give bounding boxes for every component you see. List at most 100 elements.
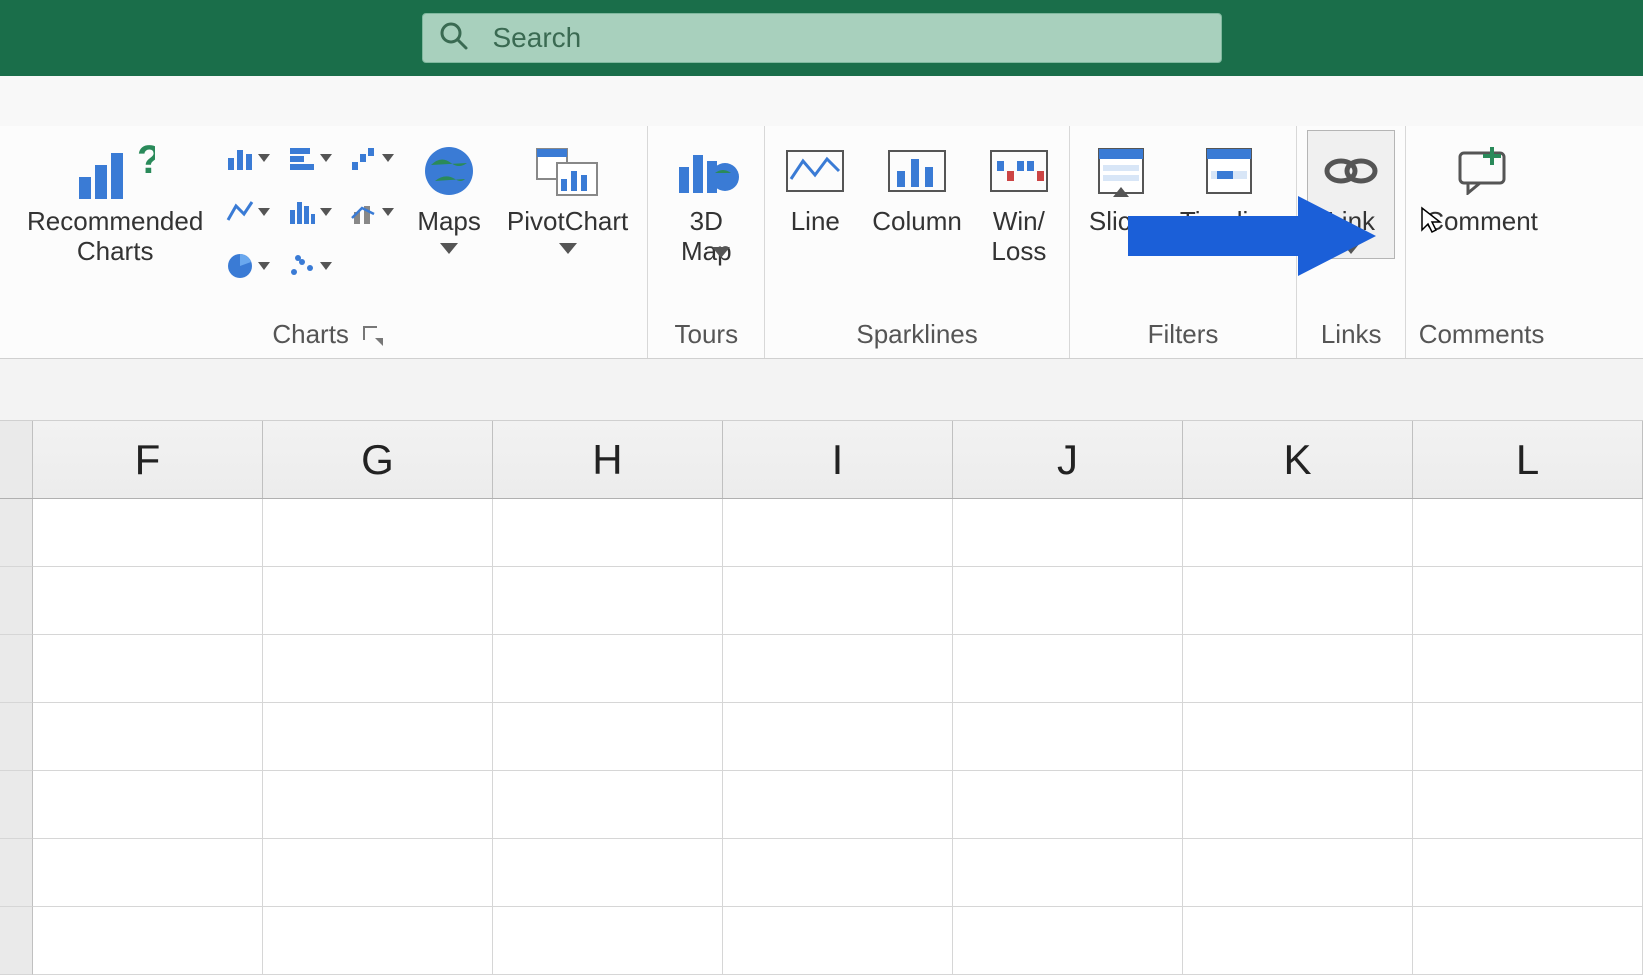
- cell[interactable]: [723, 907, 953, 975]
- row-header[interactable]: [0, 635, 33, 703]
- cell[interactable]: [33, 703, 263, 771]
- chevron-down-icon: [440, 243, 458, 254]
- cell[interactable]: [723, 499, 953, 567]
- cell[interactable]: [263, 839, 493, 907]
- pivotchart-label: PivotChart: [507, 207, 628, 237]
- cell[interactable]: [263, 567, 493, 635]
- scatter-chart-button[interactable]: [282, 240, 338, 292]
- histogram-chart-button[interactable]: [282, 186, 338, 238]
- row-header[interactable]: [0, 703, 33, 771]
- sparkline-winloss-button[interactable]: Win/ Loss: [979, 130, 1059, 272]
- cell[interactable]: [953, 839, 1183, 907]
- cell[interactable]: [723, 635, 953, 703]
- select-all-corner[interactable]: [0, 421, 33, 498]
- cell[interactable]: [263, 703, 493, 771]
- cell[interactable]: [953, 907, 1183, 975]
- cell[interactable]: [1413, 839, 1643, 907]
- cell[interactable]: [1183, 499, 1413, 567]
- spreadsheet-grid[interactable]: F G H I J K L: [0, 421, 1643, 975]
- cell[interactable]: [33, 907, 263, 975]
- link-button[interactable]: Link: [1307, 130, 1395, 259]
- cell[interactable]: [1413, 567, 1643, 635]
- cell[interactable]: [1183, 907, 1413, 975]
- timeline-button[interactable]: Timeline: [1171, 130, 1286, 242]
- column-chart-button[interactable]: [220, 132, 276, 184]
- cell[interactable]: [263, 499, 493, 567]
- chevron-down-icon: [559, 243, 577, 254]
- cell[interactable]: [723, 567, 953, 635]
- cell[interactable]: [953, 771, 1183, 839]
- cell[interactable]: [263, 907, 493, 975]
- cell[interactable]: [723, 839, 953, 907]
- cell[interactable]: [723, 771, 953, 839]
- cell[interactable]: [1183, 635, 1413, 703]
- cell[interactable]: [493, 839, 723, 907]
- waterfall-chart-button[interactable]: [344, 132, 400, 184]
- recommended-charts-button[interactable]: ? Recommended Charts: [18, 130, 212, 272]
- cell[interactable]: [1183, 567, 1413, 635]
- sparkline-line-button[interactable]: Line: [775, 130, 855, 242]
- column-header[interactable]: I: [723, 421, 953, 498]
- column-header[interactable]: K: [1183, 421, 1413, 498]
- cell[interactable]: [1413, 499, 1643, 567]
- cell[interactable]: [1183, 771, 1413, 839]
- row-header[interactable]: [0, 499, 33, 567]
- cell[interactable]: [33, 839, 263, 907]
- group-links: Link Links: [1297, 126, 1406, 358]
- column-header[interactable]: F: [33, 421, 263, 498]
- cell[interactable]: [493, 499, 723, 567]
- cell[interactable]: [493, 771, 723, 839]
- pivotchart-button[interactable]: PivotChart: [498, 130, 637, 259]
- cell[interactable]: [33, 771, 263, 839]
- group-label-tours: Tours: [674, 319, 738, 350]
- row-header[interactable]: [0, 771, 33, 839]
- cell[interactable]: [953, 567, 1183, 635]
- comment-button[interactable]: Comment: [1416, 130, 1547, 242]
- search-box[interactable]: [422, 13, 1222, 63]
- cell[interactable]: [263, 771, 493, 839]
- sparkline-column-icon: [887, 137, 947, 205]
- cell[interactable]: [1413, 771, 1643, 839]
- cell[interactable]: [1183, 703, 1413, 771]
- cell[interactable]: [953, 499, 1183, 567]
- cell[interactable]: [493, 703, 723, 771]
- cell[interactable]: [493, 567, 723, 635]
- chevron-down-icon: [712, 247, 730, 258]
- globe-icon: [421, 137, 477, 205]
- cell[interactable]: [1413, 907, 1643, 975]
- column-header[interactable]: L: [1413, 421, 1643, 498]
- slicer-button[interactable]: Slicer: [1080, 130, 1163, 242]
- line-chart-button[interactable]: [220, 186, 276, 238]
- combo-chart-button[interactable]: [344, 186, 400, 238]
- bar-chart-button[interactable]: [282, 132, 338, 184]
- column-header[interactable]: G: [263, 421, 493, 498]
- column-header[interactable]: H: [493, 421, 723, 498]
- search-input[interactable]: [493, 22, 1205, 54]
- search-icon: [439, 21, 469, 56]
- cell[interactable]: [493, 907, 723, 975]
- cell[interactable]: [493, 635, 723, 703]
- cell[interactable]: [723, 703, 953, 771]
- cell[interactable]: [953, 635, 1183, 703]
- column-header[interactable]: J: [953, 421, 1183, 498]
- row-header[interactable]: [0, 907, 33, 975]
- cell[interactable]: [33, 567, 263, 635]
- cell[interactable]: [1413, 703, 1643, 771]
- pie-chart-button[interactable]: [220, 240, 276, 292]
- cell[interactable]: [1413, 635, 1643, 703]
- group-label-charts: Charts: [272, 319, 349, 350]
- cell[interactable]: [953, 703, 1183, 771]
- charts-dialog-launcher[interactable]: [361, 324, 383, 346]
- group-label-sparklines: Sparklines: [856, 319, 977, 350]
- cell[interactable]: [33, 499, 263, 567]
- sparkline-line-label: Line: [791, 207, 840, 237]
- row-header[interactable]: [0, 567, 33, 635]
- maps-button[interactable]: Maps: [408, 130, 490, 259]
- row-header[interactable]: [0, 839, 33, 907]
- cell[interactable]: [1183, 839, 1413, 907]
- cell[interactable]: [33, 635, 263, 703]
- chevron-down-icon: [258, 154, 270, 162]
- cell[interactable]: [263, 635, 493, 703]
- 3d-map-button[interactable]: 3D Map: [658, 130, 754, 263]
- sparkline-column-button[interactable]: Column: [863, 130, 971, 242]
